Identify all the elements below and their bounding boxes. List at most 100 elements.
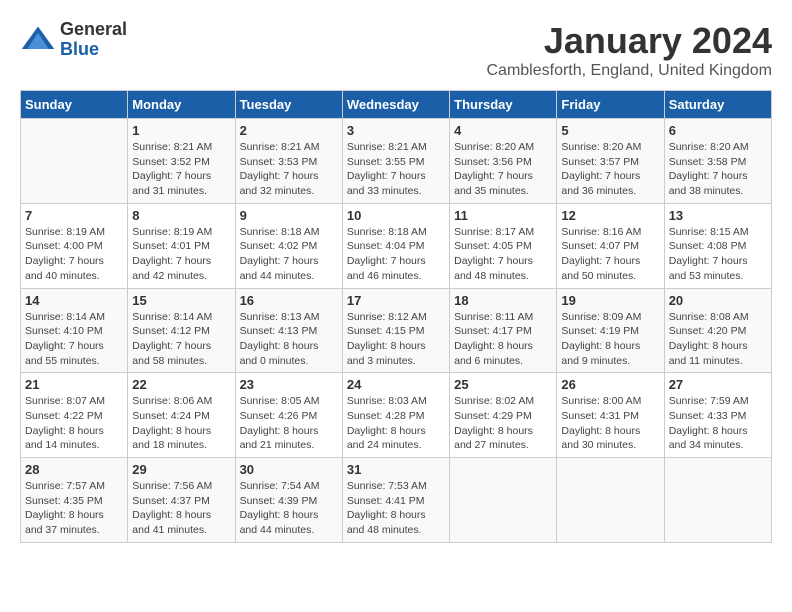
calendar-cell: 4 Sunrise: 8:20 AM Sunset: 3:56 PM Daylig…	[450, 119, 557, 204]
calendar-cell: 28 Sunrise: 7:57 AM Sunset: 4:35 PM Dayli…	[21, 458, 128, 543]
calendar-week-row: 14Sunrise: 8:14 AM Sunset: 4:10 PM Dayli…	[21, 288, 772, 373]
weekday-header-monday: Monday	[128, 91, 235, 119]
day-number: 6	[669, 123, 767, 138]
day-info: Sunrise: 8:12 AM Sunset: 4:15 PM Dayligh…	[347, 310, 445, 369]
calendar-cell: 10Sunrise: 8:18 AM Sunset: 4:04 PM Dayli…	[342, 203, 449, 288]
day-info: Sunrise: 8:09 AM Sunset: 4:19 PM Dayligh…	[561, 310, 659, 369]
day-number: 27	[669, 377, 767, 392]
weekday-header-sunday: Sunday	[21, 91, 128, 119]
day-number: 17	[347, 293, 445, 308]
day-info: Sunrise: 8:11 AM Sunset: 4:17 PM Dayligh…	[454, 310, 552, 369]
day-info: Sunrise: 8:13 AM Sunset: 4:13 PM Dayligh…	[240, 310, 338, 369]
calendar-cell: 23Sunrise: 8:05 AM Sunset: 4:26 PM Dayli…	[235, 373, 342, 458]
day-number: 26	[561, 377, 659, 392]
day-number: 11	[454, 208, 552, 223]
day-info: Sunrise: 7:54 AM Sunset: 4:39 PM Dayligh…	[240, 479, 338, 538]
calendar-cell: 1 Sunrise: 8:21 AM Sunset: 3:52 PM Daylig…	[128, 119, 235, 204]
day-info: Sunrise: 8:20 AM Sunset: 3:57 PM Dayligh…	[561, 140, 659, 199]
day-number: 4	[454, 123, 552, 138]
calendar-cell: 5Sunrise: 8:20 AM Sunset: 3:57 PM Daylig…	[557, 119, 664, 204]
day-info: Sunrise: 8:21 AM Sunset: 3:52 PM Dayligh…	[132, 140, 230, 199]
day-number: 21	[25, 377, 123, 392]
title-section: January 2024 Camblesforth, England, Unit…	[487, 20, 773, 80]
day-number: 8	[132, 208, 230, 223]
calendar-cell: 14Sunrise: 8:14 AM Sunset: 4:10 PM Dayli…	[21, 288, 128, 373]
calendar-cell: 9Sunrise: 8:18 AM Sunset: 4:02 PM Daylig…	[235, 203, 342, 288]
calendar-cell: 25Sunrise: 8:02 AM Sunset: 4:29 PM Dayli…	[450, 373, 557, 458]
day-info: Sunrise: 8:06 AM Sunset: 4:24 PM Dayligh…	[132, 394, 230, 453]
day-info: Sunrise: 8:21 AM Sunset: 3:53 PM Dayligh…	[240, 140, 338, 199]
day-info: Sunrise: 8:18 AM Sunset: 4:04 PM Dayligh…	[347, 225, 445, 284]
day-info: Sunrise: 7:53 AM Sunset: 4:41 PM Dayligh…	[347, 479, 445, 538]
day-number: 28	[25, 462, 123, 477]
calendar-cell: 7 Sunrise: 8:19 AM Sunset: 4:00 PM Daylig…	[21, 203, 128, 288]
header: General Blue January 2024 Camblesforth, …	[20, 20, 772, 80]
day-number: 18	[454, 293, 552, 308]
day-number: 2	[240, 123, 338, 138]
day-info: Sunrise: 8:21 AM Sunset: 3:55 PM Dayligh…	[347, 140, 445, 199]
calendar-week-row: 7 Sunrise: 8:19 AM Sunset: 4:00 PM Daylig…	[21, 203, 772, 288]
calendar-cell	[557, 458, 664, 543]
weekday-header-saturday: Saturday	[664, 91, 771, 119]
calendar-cell: 17 Sunrise: 8:12 AM Sunset: 4:15 PM Dayli…	[342, 288, 449, 373]
day-info: Sunrise: 7:56 AM Sunset: 4:37 PM Dayligh…	[132, 479, 230, 538]
day-number: 15	[132, 293, 230, 308]
logo-icon	[20, 22, 56, 58]
day-info: Sunrise: 8:17 AM Sunset: 4:05 PM Dayligh…	[454, 225, 552, 284]
calendar-cell: 16 Sunrise: 8:13 AM Sunset: 4:13 PM Dayli…	[235, 288, 342, 373]
day-info: Sunrise: 8:20 AM Sunset: 3:56 PM Dayligh…	[454, 140, 552, 199]
calendar-cell: 21 Sunrise: 8:07 AM Sunset: 4:22 PM Dayli…	[21, 373, 128, 458]
weekday-header-tuesday: Tuesday	[235, 91, 342, 119]
day-number: 16	[240, 293, 338, 308]
day-number: 3	[347, 123, 445, 138]
day-info: Sunrise: 8:07 AM Sunset: 4:22 PM Dayligh…	[25, 394, 123, 453]
day-number: 20	[669, 293, 767, 308]
calendar-cell: 11 Sunrise: 8:17 AM Sunset: 4:05 PM Dayli…	[450, 203, 557, 288]
calendar-cell: 13 Sunrise: 8:15 AM Sunset: 4:08 PM Dayli…	[664, 203, 771, 288]
day-info: Sunrise: 8:03 AM Sunset: 4:28 PM Dayligh…	[347, 394, 445, 453]
calendar-week-row: 1 Sunrise: 8:21 AM Sunset: 3:52 PM Daylig…	[21, 119, 772, 204]
calendar-cell: 18 Sunrise: 8:11 AM Sunset: 4:17 PM Dayli…	[450, 288, 557, 373]
calendar-cell: 24 Sunrise: 8:03 AM Sunset: 4:28 PM Dayli…	[342, 373, 449, 458]
day-info: Sunrise: 7:59 AM Sunset: 4:33 PM Dayligh…	[669, 394, 767, 453]
calendar-cell: 12Sunrise: 8:16 AM Sunset: 4:07 PM Dayli…	[557, 203, 664, 288]
day-number: 1	[132, 123, 230, 138]
day-info: Sunrise: 8:18 AM Sunset: 4:02 PM Dayligh…	[240, 225, 338, 284]
calendar-cell: 6 Sunrise: 8:20 AM Sunset: 3:58 PM Daylig…	[664, 119, 771, 204]
day-info: Sunrise: 8:14 AM Sunset: 4:12 PM Dayligh…	[132, 310, 230, 369]
calendar-cell: 3 Sunrise: 8:21 AM Sunset: 3:55 PM Daylig…	[342, 119, 449, 204]
calendar-table: SundayMondayTuesdayWednesdayThursdayFrid…	[20, 90, 772, 543]
weekday-header-thursday: Thursday	[450, 91, 557, 119]
calendar-cell: 30 Sunrise: 7:54 AM Sunset: 4:39 PM Dayli…	[235, 458, 342, 543]
day-number: 25	[454, 377, 552, 392]
day-info: Sunrise: 8:15 AM Sunset: 4:08 PM Dayligh…	[669, 225, 767, 284]
day-number: 24	[347, 377, 445, 392]
calendar-week-row: 21 Sunrise: 8:07 AM Sunset: 4:22 PM Dayli…	[21, 373, 772, 458]
calendar-cell: 8 Sunrise: 8:19 AM Sunset: 4:01 PM Daylig…	[128, 203, 235, 288]
calendar-subtitle: Camblesforth, England, United Kingdom	[487, 62, 773, 80]
day-info: Sunrise: 8:20 AM Sunset: 3:58 PM Dayligh…	[669, 140, 767, 199]
day-info: Sunrise: 8:00 AM Sunset: 4:31 PM Dayligh…	[561, 394, 659, 453]
day-info: Sunrise: 8:19 AM Sunset: 4:00 PM Dayligh…	[25, 225, 123, 284]
day-info: Sunrise: 8:08 AM Sunset: 4:20 PM Dayligh…	[669, 310, 767, 369]
day-info: Sunrise: 8:05 AM Sunset: 4:26 PM Dayligh…	[240, 394, 338, 453]
logo: General Blue	[20, 20, 127, 60]
weekday-header-friday: Friday	[557, 91, 664, 119]
day-number: 14	[25, 293, 123, 308]
day-number: 19	[561, 293, 659, 308]
day-number: 30	[240, 462, 338, 477]
calendar-cell: 29Sunrise: 7:56 AM Sunset: 4:37 PM Dayli…	[128, 458, 235, 543]
day-number: 7	[25, 208, 123, 223]
calendar-cell: 26 Sunrise: 8:00 AM Sunset: 4:31 PM Dayli…	[557, 373, 664, 458]
calendar-title: January 2024	[487, 20, 773, 62]
weekday-header-row: SundayMondayTuesdayWednesdayThursdayFrid…	[21, 91, 772, 119]
page-wrapper: General Blue January 2024 Camblesforth, …	[20, 20, 772, 543]
day-number: 22	[132, 377, 230, 392]
calendar-cell: 22 Sunrise: 8:06 AM Sunset: 4:24 PM Dayli…	[128, 373, 235, 458]
day-number: 12	[561, 208, 659, 223]
day-info: Sunrise: 8:19 AM Sunset: 4:01 PM Dayligh…	[132, 225, 230, 284]
day-info: Sunrise: 7:57 AM Sunset: 4:35 PM Dayligh…	[25, 479, 123, 538]
day-number: 13	[669, 208, 767, 223]
calendar-week-row: 28 Sunrise: 7:57 AM Sunset: 4:35 PM Dayli…	[21, 458, 772, 543]
day-number: 31	[347, 462, 445, 477]
